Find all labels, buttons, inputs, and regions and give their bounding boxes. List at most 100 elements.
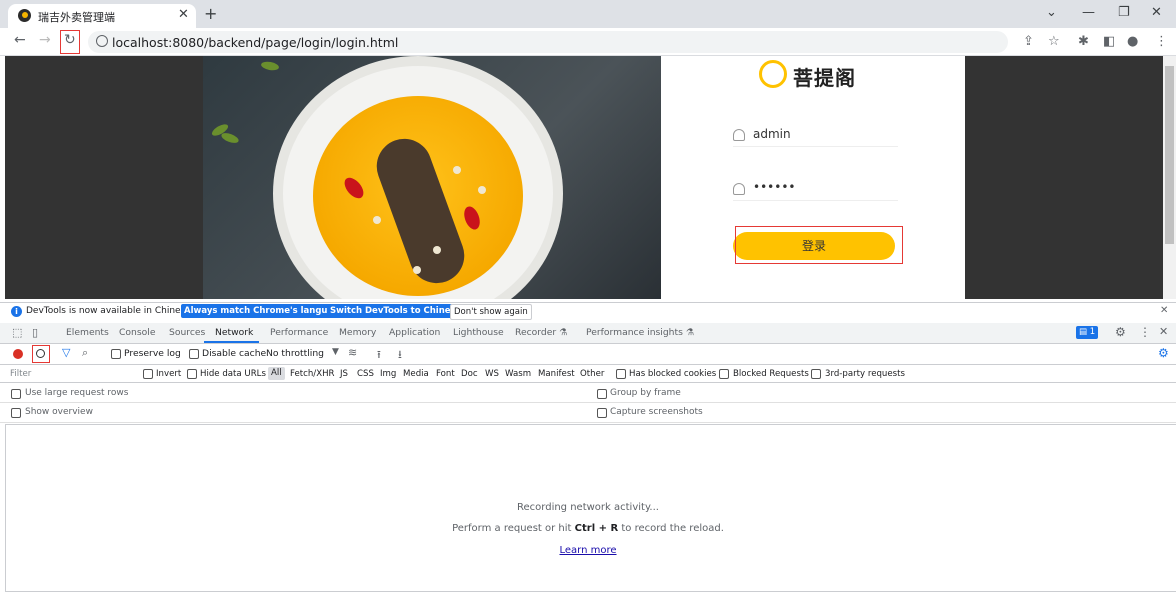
reload-highlight	[60, 30, 80, 54]
filter-type-css[interactable]: CSS	[357, 369, 374, 379]
filter-funnel-icon[interactable]: ▽	[62, 346, 70, 359]
filter-type-doc[interactable]: Doc	[461, 369, 478, 379]
goji-berry	[461, 204, 483, 232]
import-har-icon[interactable]: ⭱	[377, 346, 381, 365]
reload-hint: Perform a request or hit Ctrl + R to rec…	[0, 523, 1176, 534]
large-rows-checkbox[interactable]	[11, 389, 21, 399]
close-infobar-icon[interactable]: ✕	[1160, 305, 1168, 316]
sea-cucumber	[369, 131, 472, 291]
hide-data-urls-checkbox[interactable]	[187, 369, 197, 379]
network-settings-icon[interactable]: ⚙	[1158, 346, 1169, 360]
export-har-icon[interactable]: ⭳	[398, 346, 402, 365]
filter-type-manifest[interactable]: Manifest	[538, 369, 575, 379]
profile-avatar-icon[interactable]: ●	[1127, 34, 1138, 49]
settings-row	[0, 403, 1176, 423]
tab-memory[interactable]: Memory	[339, 327, 376, 338]
page-viewport: 菩提阁 admin •••••• 登录	[5, 56, 1163, 299]
filter-input[interactable]: Filter	[10, 369, 31, 379]
switch-language-button[interactable]: Switch DevTools to Chinese	[327, 304, 465, 318]
issues-count: 1	[1089, 327, 1096, 337]
network-conditions-icon[interactable]: ≋	[348, 346, 357, 359]
show-overview-checkbox[interactable]	[11, 408, 21, 418]
filter-type-media[interactable]: Media	[403, 369, 429, 379]
seed	[433, 246, 441, 254]
dropdown-arrow-icon[interactable]: ▼	[332, 347, 339, 357]
third-party-label: 3rd-party requests	[825, 369, 905, 379]
side-panel-icon[interactable]: ◧	[1103, 34, 1115, 49]
username-field[interactable]: admin	[753, 127, 791, 141]
filter-type-img[interactable]: Img	[380, 369, 396, 379]
goji-berry	[340, 174, 368, 202]
seed	[373, 216, 381, 224]
tab-elements[interactable]: Elements	[66, 327, 109, 338]
scrollbar-thumb[interactable]	[1165, 66, 1174, 244]
group-by-frame-checkbox[interactable]	[597, 389, 607, 399]
url-text[interactable]: localhost:8080/backend/page/login/login.…	[112, 35, 398, 50]
username-underline	[733, 146, 898, 147]
plate	[283, 66, 553, 299]
blocked-requests-checkbox[interactable]	[719, 369, 729, 379]
filter-type-ws[interactable]: WS	[485, 369, 499, 379]
large-rows-label: Use large request rows	[25, 388, 129, 398]
restore-icon[interactable]: ❐	[1118, 5, 1130, 20]
issues-badge[interactable]: ▤ 1	[1076, 326, 1099, 339]
third-party-checkbox[interactable]	[811, 369, 821, 379]
clear-highlight	[32, 345, 50, 363]
hide-data-urls-label: Hide data URLs	[200, 369, 266, 379]
devtools-menu-icon[interactable]: ⋮	[1139, 325, 1151, 339]
tab-lighthouse[interactable]: Lighthouse	[453, 327, 504, 338]
hint-suffix: to record the reload.	[618, 523, 724, 534]
tab-title: 瑞吉外卖管理端	[38, 11, 115, 24]
herb-leaf	[260, 60, 280, 72]
login-highlight	[735, 226, 903, 264]
tab-recorder[interactable]: Recorder ⚗	[515, 327, 567, 338]
filter-type-other[interactable]: Other	[580, 369, 604, 379]
forward-icon[interactable]: →	[39, 32, 51, 48]
filter-type-wasm[interactable]: Wasm	[505, 369, 531, 379]
share-icon[interactable]: ⇪	[1023, 34, 1034, 49]
disable-cache-checkbox[interactable]	[189, 349, 199, 359]
capture-screenshots-checkbox[interactable]	[597, 408, 607, 418]
tab-network[interactable]: Network	[215, 327, 253, 338]
close-tab-icon[interactable]: ✕	[178, 7, 189, 22]
tab-performance-insights[interactable]: Performance insights ⚗	[586, 327, 694, 338]
hint-shortcut: Ctrl + R	[574, 523, 619, 534]
password-field[interactable]: ••••••	[753, 180, 795, 194]
throttling-select[interactable]: No throttling	[266, 348, 324, 359]
tab-application[interactable]: Application	[389, 327, 440, 338]
logo-icon	[759, 60, 787, 88]
tab-sources[interactable]: Sources	[169, 327, 205, 338]
learn-more-link[interactable]: Learn more	[559, 545, 616, 556]
new-tab-icon[interactable]: +	[204, 4, 217, 23]
bookmark-star-icon[interactable]: ☆	[1048, 34, 1060, 49]
blocked-cookies-checkbox[interactable]	[616, 369, 626, 379]
inspect-element-icon[interactable]: ⬚	[12, 326, 22, 339]
minimize-icon[interactable]: —	[1082, 5, 1095, 20]
filter-type-js[interactable]: JS	[340, 369, 348, 379]
preserve-log-checkbox[interactable]	[111, 349, 121, 359]
lock-icon	[733, 183, 745, 195]
settings-gear-icon[interactable]: ⚙	[1115, 325, 1126, 339]
search-icon[interactable]: ⌕	[82, 346, 88, 360]
login-panel: 菩提阁 admin •••••• 登录	[661, 56, 965, 299]
back-icon[interactable]: ←	[14, 32, 26, 48]
site-info-icon[interactable]	[96, 35, 108, 47]
invert-checkbox[interactable]	[143, 369, 153, 379]
filter-type-all[interactable]: All	[268, 367, 285, 380]
record-icon[interactable]	[13, 349, 23, 359]
filter-type-font[interactable]: Font	[436, 369, 455, 379]
password-underline	[733, 200, 898, 201]
browser-tab[interactable]: 瑞吉外卖管理端 ✕	[8, 4, 196, 28]
tab-console[interactable]: Console	[119, 327, 155, 338]
close-devtools-icon[interactable]: ✕	[1159, 325, 1168, 338]
extensions-icon[interactable]: ✱	[1078, 34, 1089, 49]
tab-search-icon[interactable]: ⌄	[1046, 5, 1057, 20]
tab-performance[interactable]: Performance	[270, 327, 328, 338]
menu-kebab-icon[interactable]: ⋮	[1155, 34, 1168, 49]
device-toolbar-icon[interactable]: ▯	[32, 326, 38, 339]
filter-type-fetch[interactable]: Fetch/XHR	[290, 369, 335, 379]
recording-message: Recording network activity...	[517, 502, 659, 513]
dont-show-again-button[interactable]: Don't show again	[450, 304, 532, 320]
match-language-button[interactable]: Always match Chrome's language	[181, 304, 349, 318]
close-window-icon[interactable]: ✕	[1151, 5, 1162, 20]
